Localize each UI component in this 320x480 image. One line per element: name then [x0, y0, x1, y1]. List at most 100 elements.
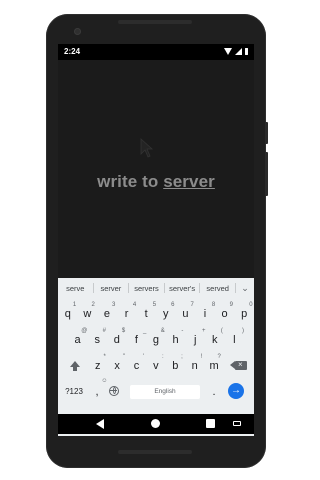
suggestion-4[interactable]: server's — [165, 284, 200, 293]
navigation-bar — [58, 414, 254, 434]
key-u[interactable]: 7u — [176, 300, 196, 328]
volume-button — [265, 152, 268, 196]
key-row-3: × * z " x ' c: v; b! n? m — [58, 352, 254, 380]
shift-key[interactable] — [61, 352, 89, 380]
key-a[interactable]: @ a — [68, 326, 88, 354]
key-hint: ? — [217, 354, 221, 360]
key-label: b — [172, 360, 179, 372]
key-label: r — [124, 308, 129, 320]
comma-label: , — [95, 386, 99, 398]
key-row-4: ?123 ☺ , English . → — [58, 378, 254, 406]
key-label: q — [64, 308, 71, 320]
key-label: d — [113, 334, 120, 346]
suggestion-2[interactable]: server — [94, 284, 129, 293]
nav-back-icon[interactable] — [96, 419, 104, 429]
key-label: k — [212, 334, 218, 346]
key-label: g — [152, 334, 160, 346]
key-row-1: 1q2w3e4r5t6y7u8i9o0p — [58, 300, 254, 328]
top-speaker — [118, 20, 192, 24]
front-camera — [74, 28, 81, 35]
key-g[interactable]: & g — [146, 326, 166, 354]
key-label: u — [182, 308, 189, 320]
key-hint: 0 — [249, 302, 253, 308]
key-o[interactable]: 9o — [215, 300, 235, 328]
key-label: p — [241, 308, 248, 320]
key-k[interactable]: (k — [205, 326, 225, 354]
key-row-2: @ a # s $ d _ f & g - h + j(k) l — [58, 326, 254, 354]
key-label: a — [74, 334, 81, 346]
screen: 2:24 write to server serve server server… — [58, 44, 254, 436]
key-e[interactable]: 3e — [97, 300, 117, 328]
arrow-right-icon: → — [231, 385, 241, 396]
key-label: t — [144, 308, 148, 320]
key-y[interactable]: 6y — [156, 300, 176, 328]
key-label: s — [94, 334, 100, 346]
period-key[interactable]: . — [206, 378, 222, 406]
nav-home-icon[interactable] — [151, 419, 160, 428]
key-p[interactable]: 0p — [234, 300, 254, 328]
key-i[interactable]: 8i — [195, 300, 215, 328]
key-label: l — [233, 334, 236, 346]
key-x[interactable]: " x — [107, 352, 126, 380]
enter-key[interactable]: → — [228, 383, 244, 399]
key-label: m — [209, 360, 219, 372]
key-f[interactable]: _ f — [127, 326, 146, 354]
key-q[interactable]: 1q — [58, 300, 78, 328]
key-label: o — [221, 308, 228, 320]
key-label: x — [114, 360, 120, 372]
signal-icon — [235, 48, 242, 55]
wifi-icon — [224, 48, 232, 55]
key-d[interactable]: $ d — [107, 326, 127, 354]
key-r[interactable]: 4r — [117, 300, 137, 328]
key-hint: ) — [241, 328, 244, 334]
shift-icon — [70, 361, 80, 371]
symbols-key[interactable]: ?123 — [60, 378, 88, 406]
soft-keyboard: serve server servers server's served ⌄ 1… — [58, 278, 254, 436]
battery-icon — [245, 48, 248, 55]
status-time: 2:24 — [64, 47, 81, 56]
suggestion-3[interactable]: servers — [129, 284, 164, 293]
key-j[interactable]: + j — [185, 326, 206, 354]
key-s[interactable]: # s — [87, 326, 107, 354]
comma-key[interactable]: ☺ , — [88, 378, 107, 406]
emoji-hint: ☺ — [101, 378, 108, 384]
keyboard-icon[interactable] — [233, 421, 241, 426]
key-l[interactable]: ) l — [225, 326, 245, 354]
key-v[interactable]: :v — [146, 352, 165, 380]
key-label: n — [191, 360, 198, 372]
key-label: w — [83, 308, 92, 320]
key-label: i — [203, 308, 207, 320]
chevron-down-icon[interactable]: ⌄ — [236, 283, 254, 294]
key-t[interactable]: 5t — [136, 300, 156, 328]
main-text-underlined: server — [163, 172, 215, 191]
key-z[interactable]: * z — [88, 352, 107, 380]
key-label: j — [193, 334, 197, 346]
globe-icon[interactable] — [109, 386, 119, 396]
main-text-plain: write to — [97, 172, 164, 191]
backspace-icon: × — [230, 360, 247, 370]
key-h[interactable]: -h — [166, 326, 186, 354]
main-text: write to server — [58, 172, 254, 192]
space-bar[interactable]: English — [130, 385, 200, 399]
key-label: c — [133, 360, 140, 372]
suggestion-1[interactable]: serve — [58, 284, 93, 293]
key-label: h — [172, 334, 179, 346]
mouse-pointer-icon — [140, 138, 154, 158]
nav-recents-icon[interactable] — [206, 419, 215, 428]
status-icons — [224, 48, 248, 55]
key-m[interactable]: ? m — [204, 352, 223, 380]
status-bar: 2:24 — [58, 44, 254, 60]
key-w[interactable]: 2w — [78, 300, 98, 328]
key-label: e — [103, 308, 111, 320]
suggestion-strip: serve server servers server's served ⌄ — [58, 278, 254, 298]
bottom-speaker — [118, 450, 192, 454]
key-b[interactable]: ; b — [166, 352, 185, 380]
key-label: z — [94, 360, 101, 372]
key-c[interactable]: ' c — [127, 352, 146, 380]
key-n[interactable]: ! n — [185, 352, 204, 380]
suggestion-5[interactable]: served — [200, 284, 235, 293]
power-button — [265, 122, 268, 144]
key-label: f — [134, 334, 138, 346]
key-label: v — [153, 360, 159, 372]
key-label: y — [163, 308, 169, 320]
